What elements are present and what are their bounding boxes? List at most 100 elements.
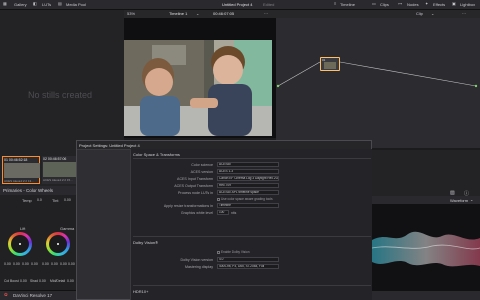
- serial-node[interactable]: 01: [320, 57, 340, 71]
- gallery-panel: No stills created: [0, 10, 124, 154]
- chevron-down-icon[interactable]: ⌄: [196, 11, 199, 16]
- chevron-down-icon[interactable]: ⌄: [431, 11, 434, 16]
- mastering-display-label: Mastering display: [185, 265, 213, 269]
- scopes-panel: [372, 196, 480, 290]
- mid-detail-label: Mid/Detail: [50, 279, 66, 283]
- temp-label: Temp: [22, 198, 32, 203]
- aces-output-select[interactable]: Rec.709: [217, 183, 279, 188]
- top-toolbar: ▦ Gallery ◧ LUTs ▤ Media Pool Untitled P…: [0, 0, 480, 10]
- dialog-title: Project Settings: Untitled Project 4: [79, 143, 140, 148]
- gamma-value-y[interactable]: 0.00: [42, 262, 49, 266]
- nodes-icon[interactable]: ⊶: [398, 1, 402, 6]
- aces-version-select[interactable]: ACES 1.3: [217, 169, 279, 174]
- scopes-header: Waveform ⌄: [372, 196, 480, 204]
- tint-value[interactable]: 0.00: [64, 198, 71, 202]
- gamma-label: Gamma: [60, 226, 75, 231]
- edited-status: Edited: [263, 2, 275, 7]
- video-image: [124, 40, 272, 136]
- lift-wheel[interactable]: [8, 232, 32, 256]
- color-science-label: Color science: [191, 163, 213, 167]
- gamma-value-g[interactable]: 0.00: [60, 262, 67, 266]
- gamma-value-b[interactable]: 0.00: [68, 262, 75, 266]
- lift-value-y[interactable]: 0.00: [4, 262, 11, 266]
- clip-thumbnail[interactable]: 02 00:46:57:06 ACES Alexa4:2:2 15...: [42, 156, 80, 184]
- process-luts-select[interactable]: ACEScc AP1 timeline space: [217, 190, 279, 195]
- luts-icon[interactable]: ◧: [33, 1, 37, 6]
- graphics-white-label: Graphics white level: [180, 211, 213, 215]
- lift-label: Lift: [20, 226, 26, 231]
- mastering-display-select[interactable]: 4000-nit, P3, D65, ST.2084, Full: [217, 264, 279, 269]
- aces-output-label: ACES Output Transform: [174, 184, 213, 188]
- divider: [133, 236, 371, 237]
- divider: [133, 158, 371, 159]
- clips-icon[interactable]: ▭: [372, 1, 376, 6]
- temp-value[interactable]: 0.0: [37, 198, 42, 202]
- tab-timeline[interactable]: Timeline: [340, 2, 355, 7]
- zoom-level[interactable]: 53%: [127, 11, 135, 16]
- col-boost-value[interactable]: 0.00: [20, 279, 27, 283]
- gallery-icon[interactable]: ▦: [3, 1, 7, 6]
- project-title: Untitled Project 4: [222, 2, 253, 7]
- mid-detail-value[interactable]: 0.00: [67, 279, 74, 283]
- tools-panel: ▨ ⓘ: [372, 150, 480, 197]
- media-pool-icon[interactable]: ▤: [58, 1, 62, 6]
- node-connections: [276, 61, 478, 88]
- aces-input-select[interactable]: Canon EF Cinema Log 3 Daylight Rec.2020: [217, 176, 279, 181]
- node-editor-canvas[interactable]: [276, 18, 480, 148]
- color-science-select[interactable]: ACEScc: [217, 162, 279, 167]
- gamma-wheel[interactable]: [46, 232, 70, 256]
- section-dolby-vision: Dolby Vision®: [133, 240, 159, 245]
- graphics-white-unit: nits: [231, 211, 237, 215]
- resolve-logo-icon: ✿: [4, 292, 8, 297]
- checkbox-icon[interactable]: [217, 250, 220, 254]
- shad-value[interactable]: 0.00: [39, 279, 46, 283]
- tint-label: Tint: [52, 198, 59, 203]
- no-stills-message: No stills created: [28, 90, 93, 100]
- lightbox-icon[interactable]: ▣: [452, 1, 456, 6]
- node-editor-mode[interactable]: Clip: [416, 11, 423, 16]
- aces-input-label: ACES Input Transform: [177, 177, 213, 181]
- tab-effects[interactable]: Effects: [433, 2, 445, 7]
- apply-resize-select[interactable]: Timeline: [217, 203, 279, 208]
- enable-dolby-checkbox[interactable]: Enable Dolby Vision: [217, 250, 249, 255]
- waveform-display: [372, 231, 480, 267]
- tab-nodes[interactable]: Nodes: [407, 2, 419, 7]
- clip-name: ACES Alexa4:2:2 13...: [4, 179, 34, 183]
- chevron-down-icon[interactable]: ⌄: [470, 197, 473, 202]
- dolby-version-label: Dolby Vision version: [180, 258, 214, 262]
- tab-luts[interactable]: LUTs: [42, 2, 51, 7]
- lift-value-g[interactable]: 0.00: [22, 262, 29, 266]
- tab-clips[interactable]: Clips: [380, 2, 389, 7]
- tab-media-pool[interactable]: Media Pool: [66, 2, 86, 7]
- effects-icon[interactable]: ✦: [425, 1, 428, 6]
- primaries-title: Primaries - Color Wheels: [3, 188, 54, 193]
- clip-image: [43, 162, 79, 177]
- aces-version-label: ACES version: [190, 170, 213, 174]
- apply-resize-label: Apply resize transformations in: [163, 204, 213, 208]
- node-editor-header: Clip ⌄ ⋯: [276, 10, 480, 18]
- lift-value-b[interactable]: 0.00: [31, 262, 38, 266]
- dolby-version-select[interactable]: 4.0: [217, 257, 279, 262]
- more-icon[interactable]: ⋯: [462, 11, 466, 16]
- scope-type[interactable]: Waveform: [450, 198, 468, 203]
- clip-timecode: 02 00:46:57:06: [43, 157, 67, 161]
- primaries-header: Primaries - Color Wheels: [0, 186, 76, 195]
- viewer-header: 53% Timeline 1 ⌄ 00:46:07:05 ⋯: [124, 10, 276, 18]
- checkbox-icon[interactable]: [217, 197, 220, 201]
- section-color-space: Color Space & Transforms: [133, 152, 180, 157]
- section-hdr10plus: HDR10+: [133, 289, 149, 294]
- clip-thumbnail[interactable]: 01 00:46:52:18 ACES Alexa4:2:2 13...: [2, 156, 40, 184]
- graphics-white-input[interactable]: 100: [217, 210, 229, 215]
- clip-image: [4, 163, 40, 178]
- gamma-value-r[interactable]: 0.00: [51, 262, 58, 266]
- node-thumbnail: [324, 62, 336, 69]
- more-icon[interactable]: ⋯: [264, 11, 268, 16]
- lift-value-r[interactable]: 0.00: [13, 262, 20, 266]
- divider: [133, 285, 371, 286]
- timeline-icon[interactable]: ≡: [334, 1, 336, 6]
- tab-lightbox[interactable]: Lightbox: [460, 2, 475, 7]
- color-space-aware-checkbox[interactable]: Use color space aware grading tools: [217, 197, 273, 202]
- timeline-name[interactable]: Timeline 1: [169, 11, 187, 16]
- clip-timecode: 01 00:46:52:18: [4, 158, 28, 162]
- tab-gallery[interactable]: Gallery: [14, 2, 27, 7]
